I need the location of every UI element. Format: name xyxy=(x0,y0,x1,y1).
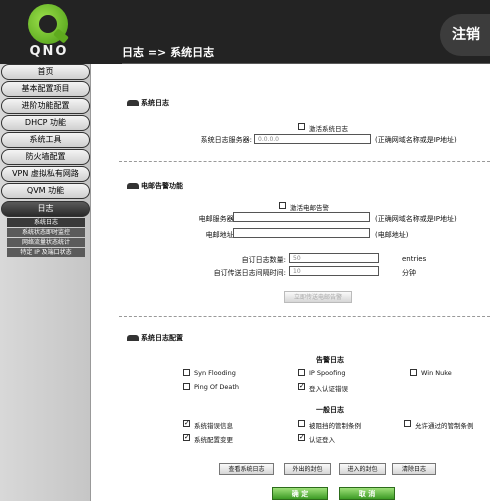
alert-log-heading: 告警日志 xyxy=(316,356,344,364)
email-server-label: 电邮服务器: xyxy=(198,215,236,223)
ping-of-death-checkbox[interactable] xyxy=(183,383,190,390)
allowed-rules-checkbox[interactable] xyxy=(404,420,411,427)
outgoing-packets-button[interactable]: 外出的封包 xyxy=(284,463,331,475)
ok-button[interactable]: 确 定 xyxy=(272,487,328,500)
log-count-unit: entries xyxy=(402,255,427,263)
config-change-checkbox[interactable]: ✓ xyxy=(183,434,190,441)
page-title: 日志 => 系统日志 xyxy=(122,46,215,59)
config-change-label: 系统配置变更 xyxy=(194,436,233,444)
clear-log-button[interactable]: 清除日志 xyxy=(392,463,436,475)
log-count-label: 自订日志数量: xyxy=(241,256,286,264)
section-bullet-icon xyxy=(127,335,139,341)
sidebar-divider xyxy=(90,64,91,501)
send-interval-input[interactable]: 10 xyxy=(289,266,379,276)
email-address-label: 电邮地址: xyxy=(205,231,236,239)
syslog-server-hint: (正确网域名称或是IP地址) xyxy=(375,136,457,144)
section-divider xyxy=(119,161,490,162)
win-nuke-label: Win Nuke xyxy=(421,369,452,377)
ip-spoofing-label: IP Spoofing xyxy=(309,369,346,377)
log-count-input[interactable]: 50 xyxy=(289,253,379,263)
view-log-button[interactable]: 查看系统日志 xyxy=(219,463,274,475)
subnav-traffic-stats[interactable]: 网络流量状态统计 xyxy=(7,238,85,247)
ip-spoofing-checkbox[interactable] xyxy=(298,369,305,376)
nav-advanced-settings[interactable]: 进阶功能配置 xyxy=(1,98,90,114)
email-address-hint: (电邮地址) xyxy=(375,231,409,239)
section-bullet-icon xyxy=(127,100,139,106)
subnav-ip-port-status[interactable]: 特定 IP 及端口状态 xyxy=(7,248,85,257)
login-error-checkbox[interactable]: ✓ xyxy=(298,383,305,390)
top-bar: QNO 日志 => 系统日志 注销 xyxy=(0,0,490,64)
send-email-now-button[interactable]: 立即传送电邮告警 xyxy=(284,291,352,303)
auth-login-label: 认证登入 xyxy=(309,436,335,444)
blocked-rules-checkbox[interactable] xyxy=(298,420,305,427)
nav-basic-settings[interactable]: 基本配置项目 xyxy=(1,81,90,97)
subnav-system-log[interactable]: 系统日志 xyxy=(7,218,85,227)
nav-firewall[interactable]: 防火墙配置 xyxy=(1,149,90,165)
qno-logo: QNO xyxy=(18,4,80,62)
syslog-enable-label: 激活系统日志 xyxy=(309,125,348,133)
system-error-checkbox[interactable]: ✓ xyxy=(183,420,190,427)
section-log-config-title: 系统日志配置 xyxy=(127,333,183,343)
incoming-packets-button[interactable]: 进入的封包 xyxy=(339,463,386,475)
system-error-label: 系统错误信息 xyxy=(194,422,233,430)
nav-home[interactable]: 首页 xyxy=(1,64,90,80)
blocked-rules-label: 被阻挡的管制条例 xyxy=(309,422,361,430)
nav-qvm[interactable]: QVM 功能 xyxy=(1,183,90,199)
sidebar: 首页 基本配置项目 进阶功能配置 DHCP 功能 系统工具 防火墙配置 VPN … xyxy=(0,64,90,501)
syn-flooding-checkbox[interactable] xyxy=(183,369,190,376)
logout-button[interactable]: 注销 xyxy=(440,14,490,56)
send-interval-unit: 分钟 xyxy=(402,269,416,277)
section-email-title: 电邮告警功能 xyxy=(127,181,183,191)
syslog-enable-checkbox[interactable] xyxy=(298,123,305,130)
q-logo-icon xyxy=(28,4,68,44)
nav-vpn[interactable]: VPN 虚拟私有网路 xyxy=(1,166,90,182)
ping-of-death-label: Ping Of Death xyxy=(194,383,240,391)
brand-name: QNO xyxy=(29,44,69,59)
email-enable-checkbox[interactable] xyxy=(279,202,286,209)
send-interval-label: 自订传送日志间隔时间: xyxy=(213,269,286,277)
email-server-input[interactable] xyxy=(233,212,370,222)
title-underline xyxy=(122,63,490,64)
nav-dhcp[interactable]: DHCP 功能 xyxy=(1,115,90,131)
nav-system-tools[interactable]: 系统工具 xyxy=(1,132,90,148)
cancel-button[interactable]: 取 消 xyxy=(339,487,395,500)
section-divider xyxy=(119,316,490,317)
syn-flooding-label: Syn Flooding xyxy=(194,369,236,377)
section-bullet-icon xyxy=(127,183,139,189)
section-syslog-title: 系统日志 xyxy=(127,98,169,108)
win-nuke-checkbox[interactable] xyxy=(410,369,417,376)
nav-log[interactable]: 日志 xyxy=(1,201,90,217)
email-address-input[interactable] xyxy=(233,228,370,238)
syslog-server-label: 系统日志服务器: xyxy=(200,136,252,144)
subnav-realtime-monitor[interactable]: 系统状态即时监控 xyxy=(7,228,85,237)
syslog-server-input[interactable]: 0.0.0.0 xyxy=(254,134,371,144)
general-log-heading: 一般日志 xyxy=(316,406,344,414)
allowed-rules-label: 允许通过的管制条例 xyxy=(415,422,474,430)
email-server-hint: (正确网域名称或是IP地址) xyxy=(375,215,457,223)
email-enable-label: 激活电邮告警 xyxy=(290,204,329,212)
auth-login-checkbox[interactable]: ✓ xyxy=(298,434,305,441)
login-error-label: 登入认证错误 xyxy=(309,385,348,393)
